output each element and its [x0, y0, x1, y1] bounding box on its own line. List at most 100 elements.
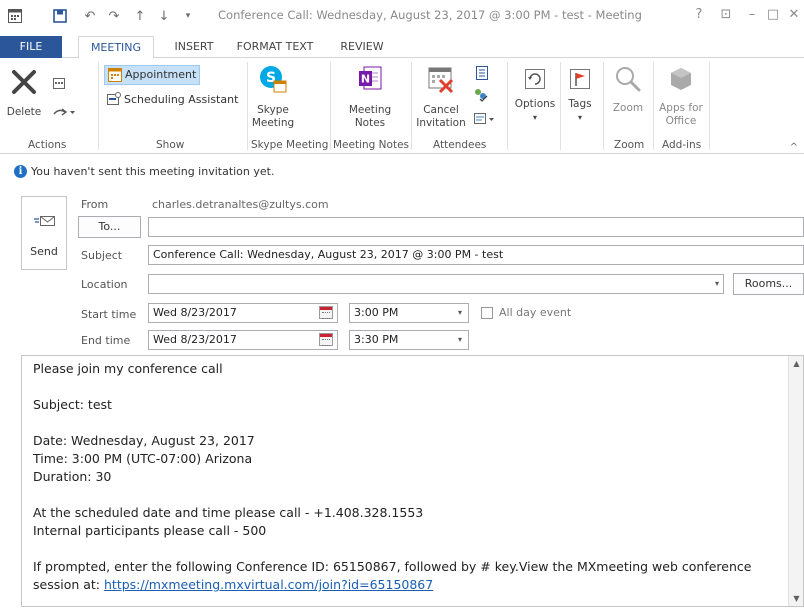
- body-line: Date: Wednesday, August 23, 2017: [33, 433, 255, 448]
- message-body-text[interactable]: Please join my conference call Subject: …: [33, 360, 773, 594]
- group-add-ins-label: Add-ins: [662, 139, 702, 151]
- apps-for-office-label-line1: Apps for: [659, 102, 703, 114]
- separator: [247, 62, 248, 150]
- delete-icon: [12, 70, 36, 94]
- redo-icon[interactable]: ↷: [104, 8, 124, 24]
- scroll-down-icon[interactable]: ▼: [792, 594, 801, 603]
- tags-dropdown-icon: ▾: [577, 113, 582, 122]
- meeting-notes-label-line2: Notes: [354, 117, 386, 129]
- meeting-notes-label-line1: Meeting: [348, 104, 392, 116]
- body-line: Duration: 30: [33, 469, 112, 484]
- title-bar: ↶ ↷ ↑ ↓ ▾ Conference Call: Wednesday, Au…: [0, 0, 804, 30]
- send-button[interactable]: Send: [21, 196, 67, 270]
- from-value: charles.detranaltes@zultys.com: [152, 198, 329, 211]
- vertical-scrollbar[interactable]: ▲ ▼: [788, 356, 803, 606]
- tab-format-text[interactable]: FORMAT TEXT: [232, 36, 318, 58]
- to-field[interactable]: [148, 217, 804, 237]
- from-label: From: [81, 198, 109, 211]
- separator: [653, 62, 654, 150]
- end-date-field[interactable]: Wed 8/23/2017: [148, 330, 338, 350]
- all-day-event-label: All day event: [499, 306, 572, 319]
- start-date-field[interactable]: Wed 8/23/2017: [148, 303, 338, 323]
- check-names-icon[interactable]: [473, 88, 489, 105]
- maximize-button[interactable]: □: [762, 6, 784, 24]
- address-book-icon[interactable]: [475, 66, 489, 83]
- response-options-icon[interactable]: [474, 112, 496, 129]
- start-time-dropdown-icon[interactable]: ▾: [458, 304, 462, 322]
- group-attendees-label: Attendees: [433, 139, 487, 151]
- apps-for-office-icon: [671, 68, 691, 90]
- options-dropdown-icon: ▾: [532, 113, 537, 122]
- undo-icon[interactable]: ↶: [80, 8, 100, 24]
- delete-label: Delete: [6, 106, 42, 118]
- scroll-up-icon[interactable]: ▲: [792, 359, 801, 368]
- body-line: session at: https://mxmeeting.mxvirtual.…: [33, 576, 773, 594]
- onenote-icon: N: [359, 66, 382, 90]
- body-line: Internal participants please call - 500: [33, 523, 267, 538]
- ribbon-display-options-button[interactable]: ⊡: [715, 6, 737, 24]
- start-date-value: Wed 8/23/2017: [153, 306, 237, 319]
- appointment-label: Appointment: [125, 68, 197, 81]
- separator: [507, 62, 508, 150]
- tab-insert[interactable]: INSERT: [162, 36, 226, 58]
- cancel-invitation-button[interactable]: Cancel Invitation: [416, 64, 466, 134]
- start-time-label: Start time: [81, 308, 137, 321]
- apps-for-office-button[interactable]: Apps for Office: [656, 64, 706, 134]
- message-body[interactable]: Please join my conference call Subject: …: [21, 355, 804, 607]
- customize-toolbar-icon[interactable]: ▾: [178, 8, 198, 24]
- start-date-calendar-icon[interactable]: [319, 306, 333, 319]
- conference-link[interactable]: https://mxmeeting.mxvirtual.com/join?id=…: [104, 577, 433, 592]
- help-button[interactable]: ?: [688, 6, 710, 24]
- end-time-dropdown-icon[interactable]: ▾: [458, 331, 462, 349]
- group-show-label: Show: [156, 139, 185, 151]
- options-icon: [525, 69, 545, 89]
- zoom-button[interactable]: Zoom: [606, 64, 650, 134]
- minimize-button[interactable]: –: [741, 6, 763, 24]
- apps-for-office-label-line2: Office: [665, 115, 697, 127]
- location-dropdown-icon[interactable]: ▾: [715, 275, 719, 293]
- skype-meeting-button[interactable]: S Skype Meeting: [250, 64, 296, 134]
- outlook-app-icon[interactable]: [4, 8, 26, 24]
- collapse-ribbon-icon[interactable]: ^: [790, 142, 798, 153]
- save-icon[interactable]: [50, 8, 70, 24]
- options-label: Options: [514, 98, 556, 110]
- all-day-event-checkbox[interactable]: [481, 307, 493, 319]
- to-button[interactable]: To...: [78, 216, 141, 238]
- info-icon: i: [14, 164, 27, 178]
- next-item-icon[interactable]: ↓: [154, 8, 174, 24]
- start-time-field[interactable]: 3:00 PM ▾: [349, 303, 469, 323]
- previous-item-icon[interactable]: ↑: [130, 8, 150, 24]
- rooms-button[interactable]: Rooms...: [733, 273, 804, 295]
- options-button[interactable]: Options ▾: [512, 68, 558, 134]
- tags-label: Tags: [568, 98, 592, 110]
- separator: [603, 62, 604, 150]
- calendar-forward-icon[interactable]: [53, 78, 67, 93]
- end-time-field[interactable]: 3:30 PM ▾: [349, 330, 469, 350]
- scheduling-assistant-button[interactable]: Scheduling Assistant: [104, 90, 244, 110]
- tab-file[interactable]: FILE: [0, 36, 62, 58]
- body-line: Time: 3:00 PM (UTC-07:00) Arizona: [33, 451, 253, 466]
- body-line-prefix: session at:: [33, 577, 104, 592]
- forward-icon[interactable]: [53, 106, 75, 121]
- tab-meeting[interactable]: MEETING: [78, 36, 154, 59]
- body-line: If prompted, enter the following Confere…: [33, 559, 752, 574]
- start-time-value: 3:00 PM: [354, 306, 399, 319]
- ribbon: Delete Actions Appointment Scheduling As…: [0, 58, 804, 154]
- appointment-button[interactable]: Appointment: [104, 65, 200, 85]
- tags-button[interactable]: Tags ▾: [561, 68, 599, 134]
- info-message: You haven't sent this meeting invitation…: [31, 164, 275, 178]
- delete-button[interactable]: Delete: [4, 66, 44, 126]
- subject-field[interactable]: Conference Call: Wednesday, August 23, 2…: [148, 245, 804, 265]
- cancel-invitation-label-line1: Cancel: [423, 104, 459, 116]
- end-date-value: Wed 8/23/2017: [153, 333, 237, 346]
- location-label: Location: [81, 278, 128, 291]
- meeting-notes-button[interactable]: N Meeting Notes: [343, 64, 397, 134]
- zoom-label: Zoom: [612, 102, 644, 114]
- flag-icon: [570, 69, 590, 89]
- end-date-calendar-icon[interactable]: [319, 333, 333, 346]
- close-button[interactable]: ✕: [783, 6, 804, 24]
- location-field[interactable]: ▾: [148, 274, 724, 294]
- group-actions-label: Actions: [28, 139, 67, 151]
- separator: [411, 62, 412, 150]
- tab-review[interactable]: REVIEW: [334, 36, 390, 58]
